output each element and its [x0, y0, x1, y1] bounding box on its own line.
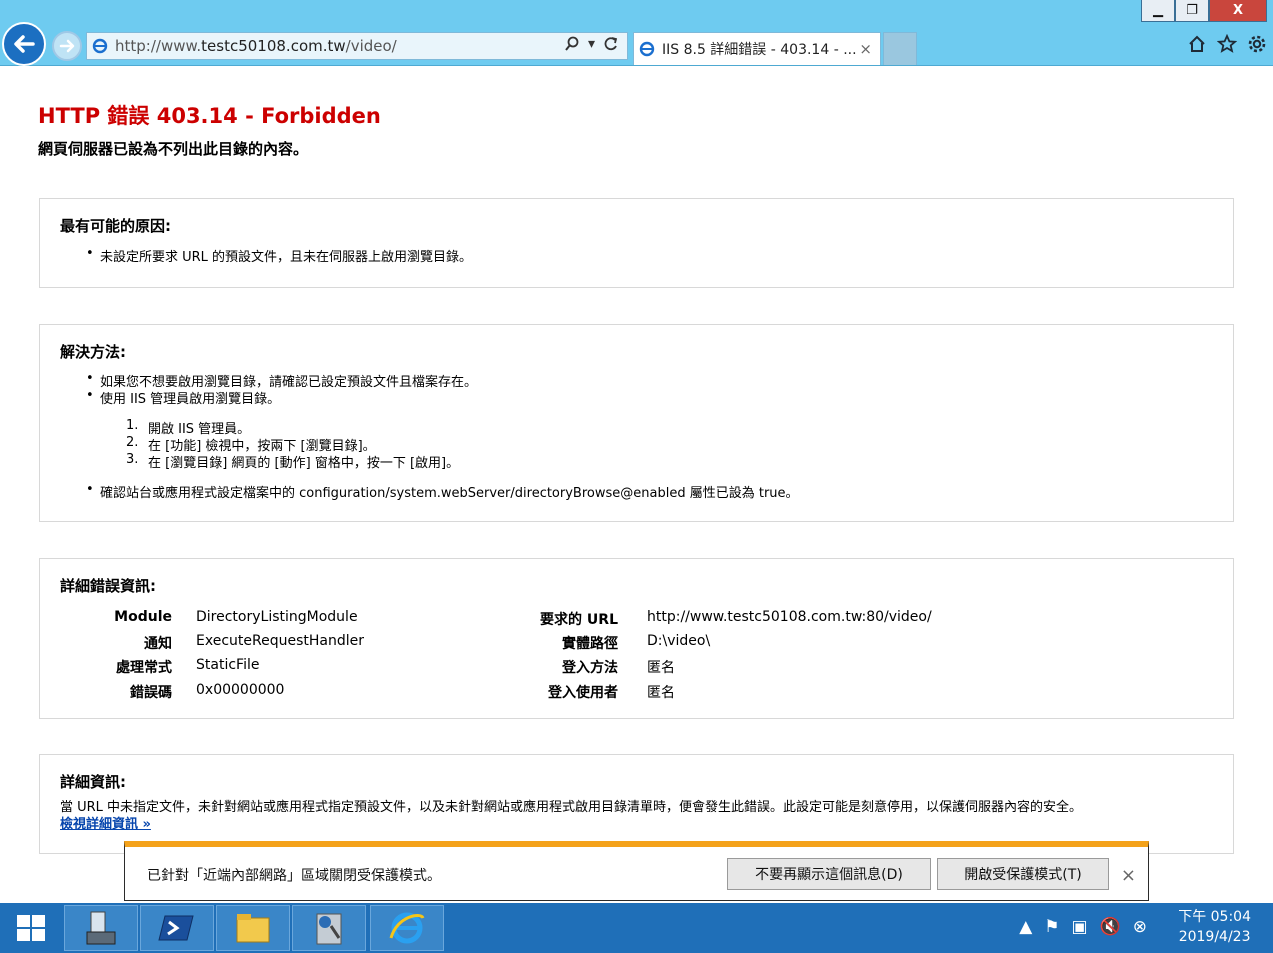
window-controls: ▁ ❐ X	[1141, 0, 1267, 22]
detail-label: 通知	[144, 636, 172, 652]
cause-item: 未設定所要求 URL 的預設文件，且未在伺服器上啟用瀏覽目錄。	[86, 246, 472, 265]
network-icon[interactable]: ▣	[1072, 917, 1088, 937]
file-explorer-icon	[236, 914, 270, 943]
detail-value: DirectoryListingModule	[196, 609, 358, 625]
view-more-info-link[interactable]: 檢視詳細資訊 »	[60, 813, 151, 832]
tab-title: IIS 8.5 詳細錯誤 - 403.14 - ...	[662, 42, 857, 58]
more-info-heading: 詳細資訊:	[60, 773, 126, 791]
solution-bullet-2: 使用 IIS 管理員啟用瀏覽目錄。	[86, 388, 280, 407]
detail-label: Module	[114, 609, 172, 625]
forward-arrow-icon	[59, 39, 75, 53]
taskbar-server-manager[interactable]	[64, 905, 138, 951]
start-button[interactable]	[0, 903, 62, 953]
error-subtitle: 網頁伺服器已設為不列出此目錄的內容。	[38, 140, 309, 158]
internet-explorer-icon	[389, 912, 425, 944]
refresh-icon[interactable]	[603, 36, 619, 56]
toolbar-right	[1187, 33, 1267, 59]
solutions-heading: 解決方法:	[60, 343, 126, 361]
solution-step-3: 3. 在 [瀏覽目錄] 網頁的 [動作] 窗格中，按一下 [啟用]。	[126, 452, 460, 471]
server-manager-icon	[86, 911, 116, 945]
enable-protected-mode-button[interactable]: 開啟受保護模式(T)	[937, 858, 1109, 890]
protected-mode-notification: 已針對「近端內部網路」區域關閉受保護模式。 不要再顯示這個訊息(D) 開啟受保護…	[124, 841, 1149, 901]
detail-label: 登入使用者	[548, 685, 618, 701]
solution-bullet-3: 確認站台或應用程式設定檔案中的 configuration/system.web…	[86, 482, 799, 501]
back-arrow-icon	[14, 35, 35, 53]
taskbar-powershell[interactable]	[140, 905, 214, 951]
address-bar[interactable]: http://www.testc50108.com.tw/video/ ▾	[86, 32, 628, 60]
taskbar-file-explorer[interactable]	[216, 905, 290, 951]
clock-date: 2019/4/23	[1178, 929, 1251, 945]
powershell-icon	[158, 915, 194, 941]
taskbar-admin-tools[interactable]	[292, 905, 366, 951]
tab-close-icon[interactable]: ×	[859, 40, 872, 58]
action-center-flag-icon[interactable]: ⚑	[1044, 917, 1059, 937]
settings-gear-icon[interactable]	[1247, 34, 1267, 59]
system-clock[interactable]: 下午 05:04 2019/4/23	[1178, 907, 1251, 947]
search-icon[interactable]	[564, 36, 580, 56]
ie-icon	[91, 37, 109, 55]
browser-chrome: ▁ ❐ X http://www.testc50108.com.tw/video…	[0, 0, 1273, 66]
solutions-section: 解決方法: 如果您不想要啟用瀏覽目錄，請確認已設定預設文件且檔案存在。 使用 I…	[39, 324, 1234, 522]
error-title: HTTP 錯誤 403.14 - Forbidden	[38, 104, 381, 128]
detail-label: 錯誤碼	[130, 685, 172, 701]
back-button[interactable]	[2, 22, 46, 66]
details-section: 詳細錯誤資訊: Module DirectoryListingModule 通知…	[39, 558, 1234, 719]
volume-muted-icon[interactable]: 🔇	[1100, 917, 1121, 937]
detail-label: 要求的 URL	[540, 612, 618, 628]
tab-iis-error[interactable]: IIS 8.5 詳細錯誤 - 403.14 - ... ×	[633, 32, 881, 65]
detail-value: StaticFile	[196, 657, 260, 673]
detail-label: 登入方法	[562, 660, 618, 676]
clock-time: 下午 05:04	[1178, 909, 1251, 925]
causes-heading: 最有可能的原因:	[60, 217, 171, 235]
more-info-section: 詳細資訊: 當 URL 中未指定文件，未針對網站或應用程式指定預設文件，以及未針…	[39, 754, 1234, 854]
minimize-button[interactable]: ▁	[1141, 0, 1175, 22]
taskbar: ▲ ⚑ ▣ 🔇 ⊗ 下午 05:04 2019/4/23	[0, 903, 1273, 953]
address-url[interactable]: http://www.testc50108.com.tw/video/	[115, 37, 564, 55]
details-heading: 詳細錯誤資訊:	[60, 577, 156, 595]
causes-section: 最有可能的原因: 未設定所要求 URL 的預設文件，且未在伺服器上啟用瀏覽目錄。	[39, 198, 1234, 288]
favorites-star-icon[interactable]	[1216, 33, 1238, 59]
taskbar-internet-explorer[interactable]	[370, 905, 444, 951]
notification-text: 已針對「近端內部網路」區域關閉受保護模式。	[147, 868, 441, 884]
detail-value: 0x00000000	[196, 682, 285, 698]
system-tray: ▲ ⚑ ▣ 🔇 ⊗	[1019, 917, 1147, 937]
detail-value: 匿名	[647, 660, 675, 676]
restore-button[interactable]: ❐	[1175, 0, 1209, 22]
dropdown-chevron-icon[interactable]: ▾	[588, 36, 595, 56]
new-tab-button[interactable]	[883, 32, 917, 65]
forward-button[interactable]	[52, 31, 82, 61]
detail-value: D:\video\	[647, 633, 711, 649]
dont-show-again-button[interactable]: 不要再顯示這個訊息(D)	[727, 858, 931, 890]
show-hidden-icons-icon[interactable]: ▲	[1019, 917, 1032, 937]
notification-close-icon[interactable]: ×	[1121, 865, 1136, 886]
detail-label: 處理常式	[116, 660, 172, 676]
ie-tab-icon	[638, 40, 656, 58]
windows-logo-icon	[17, 915, 45, 941]
page-content: HTTP 錯誤 403.14 - Forbidden 網頁伺服器已設為不列出此目…	[0, 66, 1273, 903]
admin-tools-icon	[316, 913, 342, 945]
status-x-icon[interactable]: ⊗	[1133, 917, 1147, 937]
more-info-text: 當 URL 中未指定文件，未針對網站或應用程式指定預設文件，以及未針對網站或應用…	[60, 800, 1083, 815]
detail-value: ExecuteRequestHandler	[196, 633, 364, 649]
home-icon[interactable]	[1187, 34, 1207, 59]
detail-value: 匿名	[647, 685, 675, 701]
close-window-button[interactable]: X	[1209, 0, 1267, 22]
detail-label: 實體路徑	[562, 636, 618, 652]
detail-value: http://www.testc50108.com.tw:80/video/	[647, 609, 932, 625]
